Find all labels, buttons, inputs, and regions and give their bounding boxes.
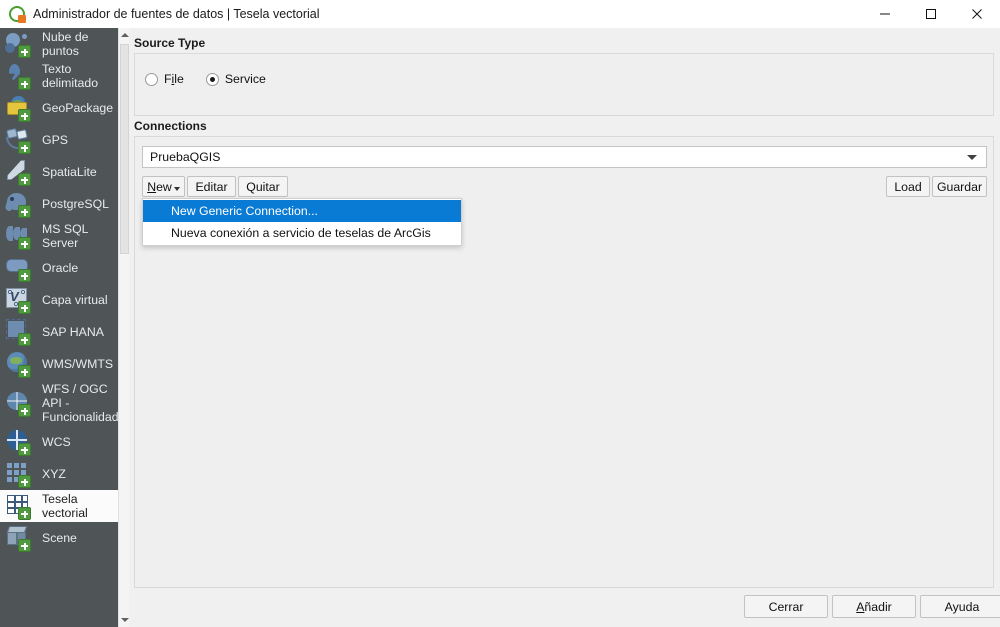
new-connection-label: New [147,179,172,194]
sidebar-item-gps[interactable]: GPS [0,124,118,156]
sidebar-item-geopackage[interactable]: GeoPackage [0,92,118,124]
source-type-radio-group[interactable]: File Service [145,72,266,86]
sidebar-item-label: Scene [42,531,77,545]
new-connection-button[interactable]: New [142,176,185,197]
connection-select-value: PruebaQGIS [150,150,221,164]
sidebar-item-oracle[interactable]: Oracle [0,252,118,284]
add-button-label: Añadir [856,599,892,614]
sidebar-item-spatialite[interactable]: SpatiaLite [0,156,118,188]
wcs-icon [5,428,37,456]
maximize-icon[interactable] [908,0,954,28]
main-panel: Source Type File Service Connections Pru… [129,28,1000,627]
oracle-icon [5,254,37,282]
sidebar-item-label: WMS/WMTS [42,357,114,371]
sidebar-item-label: Oracle [42,261,79,275]
connection-select[interactable]: PruebaQGIS [142,146,987,168]
delimited-text-icon [5,62,37,90]
vector-tile-icon [5,492,37,520]
minimize-icon[interactable] [862,0,908,28]
close-button[interactable]: Cerrar [744,595,828,618]
sidebar-item-vector-tile[interactable]: Tesela vectorial [0,490,118,522]
radio-file-dot[interactable] [145,72,158,86]
dialog-button-bar: Cerrar Añadir Ayuda [129,595,1000,627]
sidebar-item-wcs[interactable]: WCS [0,426,118,458]
sidebar-item-label: WCS [42,435,71,449]
menu-item-new-generic-connection[interactable]: New Generic Connection... [143,200,461,222]
sidebar-item-label: GeoPackage [42,101,114,115]
sidebar-item-label: Texto delimitado [42,62,99,90]
qgis-logo-icon [8,5,26,23]
postgresql-icon [4,190,37,218]
window-title: Administrador de fuentes de datos | Tese… [33,7,320,21]
sidebar-item-label: SAP HANA [42,325,104,339]
remove-connection-button[interactable]: Quitar [238,176,288,197]
sap-hana-icon [5,318,37,346]
radio-service-dot[interactable] [205,72,219,86]
wms-wmts-icon [5,350,37,378]
chevron-down-icon[interactable] [967,154,977,160]
sidebar-item-virtual-layer[interactable]: V Capa virtual [0,284,118,316]
sidebar-item-wms-wmts[interactable]: WMS/WMTS [0,348,118,380]
sidebar-item-label: SpatiaLite [42,165,97,179]
sidebar-item-postgresql[interactable]: PostgreSQL [0,188,118,220]
sidebar-item-sap-hana[interactable]: SAP HANA [0,316,118,348]
help-button[interactable]: Ayuda [920,595,1000,618]
sidebar-item-label: Tesela vectorial [42,492,88,520]
virtual-layer-icon: V [5,286,37,314]
menu-item-new-arcgis-tile-connection[interactable]: Nueva conexión a servicio de teselas de … [143,222,461,244]
gps-icon [5,126,37,154]
radio-service-label: Service [224,72,266,86]
sidebar-item-label: PostgreSQL [42,197,109,211]
new-connection-menu[interactable]: New Generic Connection... Nueva conexión… [142,198,462,246]
add-button[interactable]: Añadir [832,595,916,618]
save-connections-button[interactable]: Guardar [932,176,987,197]
edit-connection-button[interactable]: Editar [187,176,236,197]
radio-service[interactable]: Service [205,72,266,86]
sidebar-scrollbar[interactable] [118,28,129,627]
chevron-down-icon [173,187,180,191]
sidebar-item-label: XYZ [42,467,66,481]
scene-icon [5,524,37,552]
xyz-icon [5,460,37,488]
close-icon[interactable] [954,0,1000,28]
sidebar-item-delimited-text[interactable]: Texto delimitado [0,60,118,92]
sidebar-item-scene[interactable]: Scene [0,522,118,554]
radio-file[interactable]: File [145,72,184,86]
source-type-sidebar[interactable]: Nube de puntos Texto delimitado GeoPacka… [0,28,118,627]
source-type-group: File Service [134,53,994,116]
geopackage-icon [5,94,37,122]
sidebar-item-label: GPS [42,133,68,147]
title-bar: Administrador de fuentes de datos | Tese… [0,0,1000,28]
sidebar-item-label: WFS / OGC API - Funcionalidad [42,382,118,424]
sidebar-item-mssql-server[interactable]: MS SQL Server [0,220,118,252]
sidebar-item-label: Capa virtual [42,293,108,307]
load-connections-button[interactable]: Load [886,176,930,197]
sidebar-item-label: MS SQL Server [42,222,89,250]
sidebar-item-point-cloud[interactable]: Nube de puntos [0,28,118,60]
scrollbar-thumb[interactable] [120,44,129,254]
wfs-ogc-api-icon [5,389,37,417]
point-cloud-icon [5,30,37,58]
sidebar-item-label: Nube de puntos [42,30,89,58]
source-type-title: Source Type [134,36,206,50]
mssql-server-icon [5,222,37,250]
spatialite-icon [5,158,37,186]
connections-title: Connections [134,119,207,133]
sidebar-item-wfs-ogc-api[interactable]: WFS / OGC API - Funcionalidad [0,380,118,426]
radio-file-label: File [164,72,184,86]
sidebar-item-xyz[interactable]: XYZ [0,458,118,490]
window-controls [862,0,1000,28]
